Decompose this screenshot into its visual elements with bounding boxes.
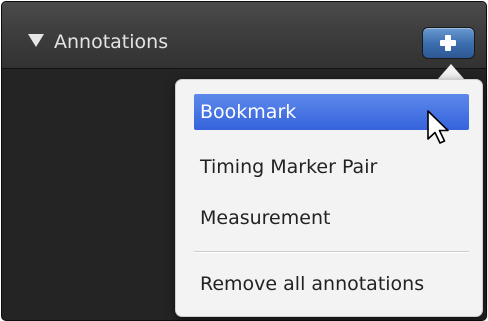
menu-item-measurement[interactable]: Measurement: [194, 200, 469, 236]
arrow-cursor-icon: [427, 110, 449, 144]
menu-item-remove-all-annotations[interactable]: Remove all annotations: [194, 266, 469, 302]
menu-caret: [437, 64, 465, 80]
menu-separator: [194, 251, 469, 253]
add-annotation-button[interactable]: [422, 27, 475, 59]
panel-title: Annotations: [54, 31, 169, 53]
triangle-down-icon[interactable]: [28, 34, 44, 47]
panel-header: Annotations: [2, 2, 486, 69]
